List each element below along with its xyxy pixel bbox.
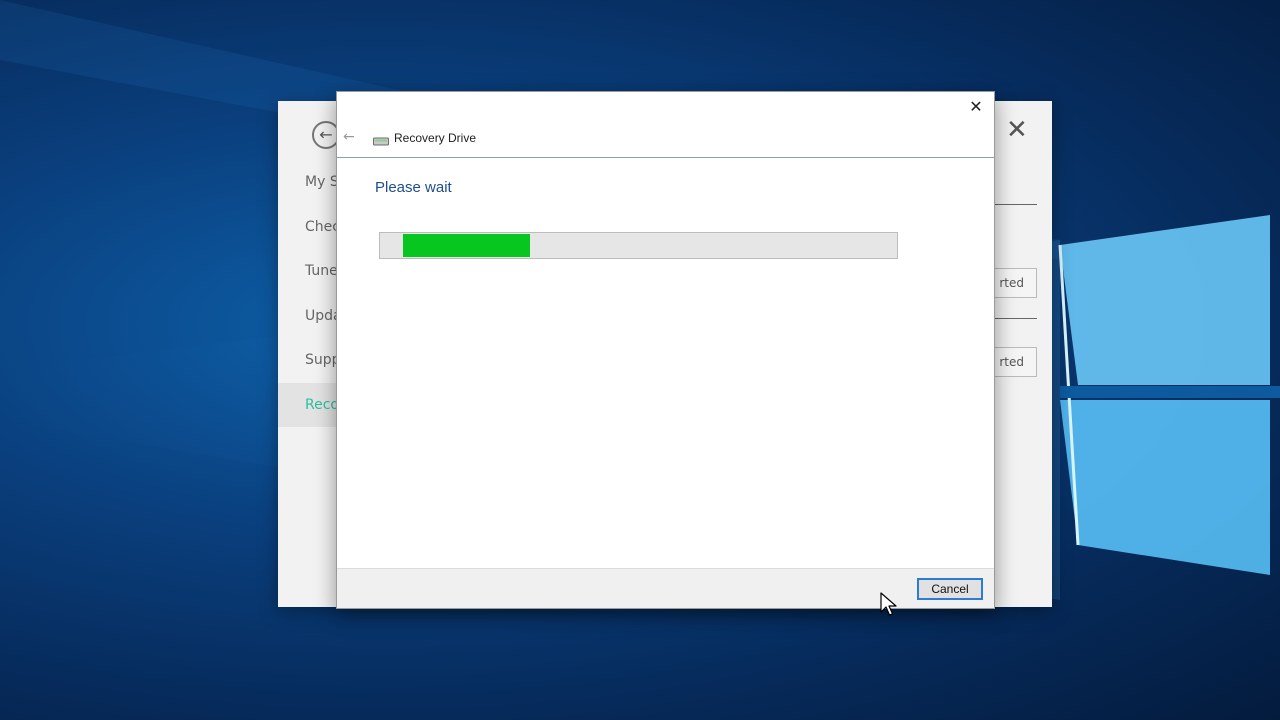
drive-icon bbox=[373, 137, 389, 146]
progress-bar bbox=[379, 232, 898, 259]
progress-fill bbox=[403, 234, 530, 257]
page-heading: Please wait bbox=[375, 179, 452, 196]
dialog-title: Recovery Drive bbox=[394, 131, 477, 145]
recovery-drive-dialog: ✕ ← Recovery Drive Please wait Cancel bbox=[336, 91, 995, 609]
windows-logo bbox=[1058, 215, 1280, 575]
close-icon[interactable]: ✕ bbox=[1006, 115, 1028, 145]
nav-item-recovery[interactable]: Reco bbox=[305, 397, 339, 413]
nav-item-my-s[interactable]: My S bbox=[305, 174, 339, 190]
dialog-header: ← Recovery Drive bbox=[337, 124, 994, 158]
nav-item-check[interactable]: Chec bbox=[305, 219, 340, 235]
nav-item-tune[interactable]: Tune bbox=[305, 263, 338, 279]
get-started-button[interactable]: rted bbox=[994, 268, 1037, 298]
cancel-button[interactable]: Cancel bbox=[917, 578, 983, 600]
mouse-cursor-icon bbox=[880, 592, 897, 616]
get-started-button[interactable]: rted bbox=[994, 347, 1037, 377]
close-icon[interactable]: ✕ bbox=[966, 96, 986, 118]
divider bbox=[994, 204, 1037, 205]
back-arrow-icon[interactable]: ← bbox=[343, 129, 355, 145]
divider bbox=[994, 318, 1037, 319]
